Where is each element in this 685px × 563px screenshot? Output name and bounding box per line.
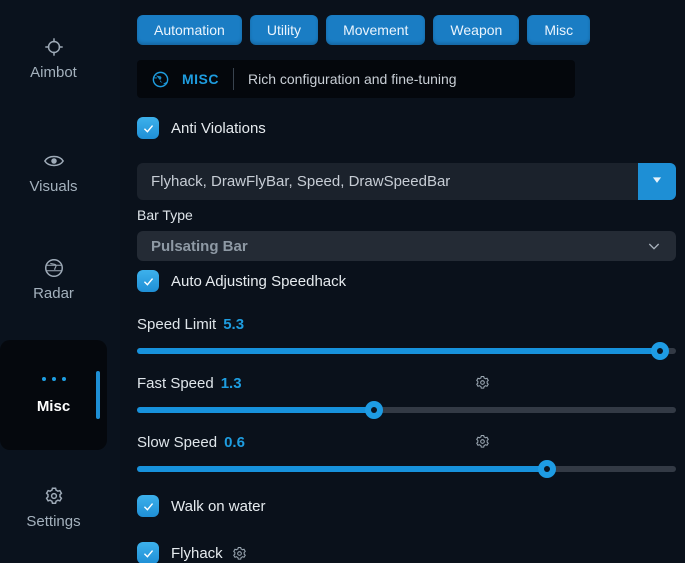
tab-movement[interactable]: Movement [326,15,425,45]
sidebar-item-label: Visuals [29,178,77,195]
checkbox-checked-icon[interactable] [137,117,159,139]
sidebar-item-aimbot[interactable]: Aimbot [0,36,107,81]
checkbox-checked-icon[interactable] [137,542,159,563]
bar-type-label: Bar Type [137,207,676,223]
sidebar-item-settings[interactable]: Settings [0,485,107,530]
divider [233,68,234,90]
section-header: MISC Rich configuration and fine-tuning [137,60,575,98]
sidebar-item-label: Settings [26,513,80,530]
gear-icon [43,485,65,507]
main-content: Automation Utility Movement Weapon Misc … [137,0,676,563]
slider-slow-speed: Slow Speed 0.6 [137,432,676,478]
slider-fill [137,466,547,472]
slider-track[interactable] [137,401,676,419]
slider-track[interactable] [137,342,676,360]
toggle-label: Flyhack [171,545,223,562]
slider-track[interactable] [137,460,676,478]
sidebar-item-radar[interactable]: Radar [0,257,107,302]
globe-icon [43,257,65,279]
slider-thumb[interactable] [538,460,556,478]
slider-label-row: Fast Speed 1.3 [137,373,676,393]
slider-value: 1.3 [221,375,242,392]
sidebar-item-label: Misc [0,398,107,415]
gear-icon[interactable] [231,545,248,562]
slider-label-row: Speed Limit 5.3 [137,314,676,334]
slider-label-row: Slow Speed 0.6 [137,432,676,452]
checkbox-checked-icon[interactable] [137,270,159,292]
flyhack-toggle[interactable]: Flyhack [137,541,676,563]
slider-label: Slow Speed [137,434,217,451]
triangle-down-icon [650,173,664,190]
auto-adjusting-speedhack-toggle[interactable]: Auto Adjusting Speedhack [137,269,676,293]
gear-icon[interactable] [474,433,491,450]
anti-violations-toggle[interactable]: Anti Violations [137,116,676,140]
section-subtitle: Rich configuration and fine-tuning [248,71,457,87]
slider-fill [137,348,660,354]
bar-multiselect-dropdown-button[interactable] [638,163,676,200]
toggle-label: Anti Violations [171,120,266,137]
tab-weapon[interactable]: Weapon [433,15,519,45]
section-title: MISC [182,71,219,87]
sidebar-item-label: Radar [33,285,74,302]
sidebar-item-visuals[interactable]: Visuals [0,150,107,195]
bar-multiselect[interactable]: Flyhack, DrawFlyBar, Speed, DrawSpeedBar [137,163,676,200]
bar-multiselect-value: Flyhack, DrawFlyBar, Speed, DrawSpeedBar [137,173,450,190]
crosshair-icon [43,36,65,58]
slider-speed-limit: Speed Limit 5.3 [137,314,676,360]
slider-label: Speed Limit [137,316,216,333]
tab-misc[interactable]: Misc [527,15,590,45]
sidebar: Aimbot Visuals Radar Misc [0,0,120,563]
tab-automation[interactable]: Automation [137,15,242,45]
globe-icon [151,70,170,89]
tab-bar: Automation Utility Movement Weapon Misc [137,15,676,45]
walk-on-water-toggle[interactable]: Walk on water [137,494,676,518]
slider-fill [137,407,374,413]
eye-icon [43,150,65,172]
toggle-label: Auto Adjusting Speedhack [171,273,346,290]
sidebar-item-label: Aimbot [30,64,77,81]
slider-thumb[interactable] [365,401,383,419]
ellipsis-icon [0,370,107,388]
sidebar-item-misc[interactable]: Misc [0,340,107,450]
slider-fast-speed: Fast Speed 1.3 [137,373,676,419]
slider-thumb[interactable] [651,342,669,360]
checkbox-checked-icon[interactable] [137,495,159,517]
slider-label: Fast Speed [137,375,214,392]
toggle-label: Walk on water [171,498,265,515]
slider-value: 0.6 [224,434,245,451]
bar-type-value: Pulsating Bar [137,238,248,255]
slider-value: 5.3 [223,316,244,333]
active-indicator-bar [96,371,100,419]
chevron-down-icon [646,238,662,254]
gear-icon[interactable] [474,374,491,391]
tab-utility[interactable]: Utility [250,15,318,45]
bar-type-select[interactable]: Pulsating Bar [137,231,676,261]
